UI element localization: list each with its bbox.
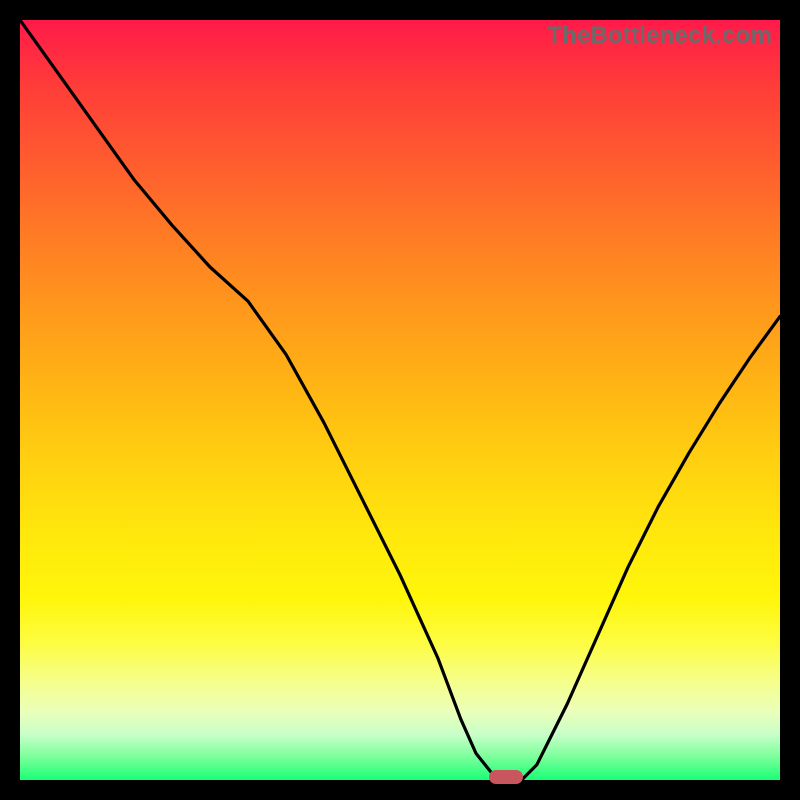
- watermark-text: TheBottleneck.com: [547, 22, 772, 50]
- curve-svg: [20, 20, 780, 780]
- minimum-marker: [489, 770, 523, 784]
- plot-area: TheBottleneck.com: [20, 20, 780, 780]
- curve-path: [20, 20, 780, 780]
- chart-frame: TheBottleneck.com: [0, 0, 800, 800]
